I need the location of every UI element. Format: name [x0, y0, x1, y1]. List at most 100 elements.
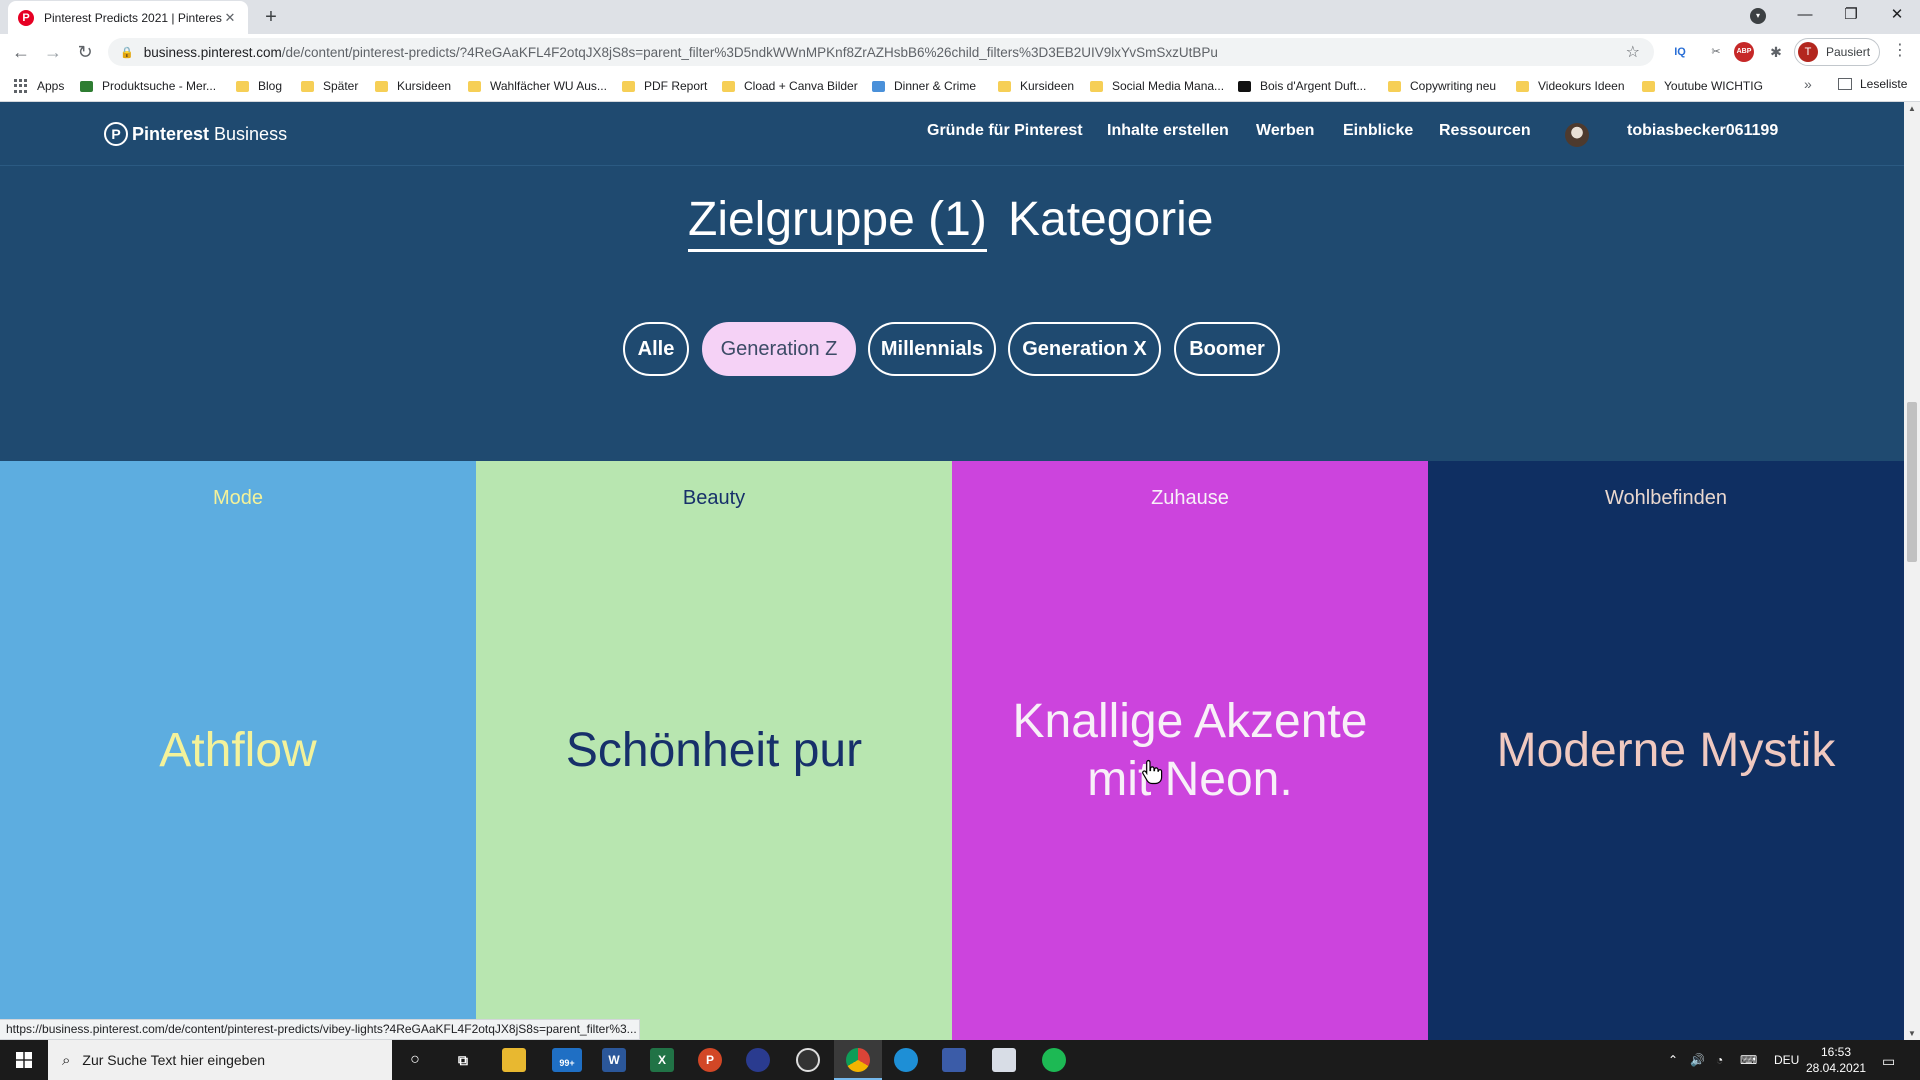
bookmark-label: Kursideen	[1020, 79, 1075, 93]
wifi-icon[interactable]: ◔	[1716, 1053, 1723, 1067]
word-icon[interactable]: W	[602, 1048, 626, 1072]
profile-button[interactable]: T Pausiert	[1794, 38, 1880, 66]
iq-extension-icon[interactable]: IQ	[1670, 42, 1690, 62]
volume-icon[interactable]: 🔊	[1690, 1053, 1705, 1067]
powerpoint-icon[interactable]: P	[698, 1048, 722, 1072]
username-link[interactable]: tobiasbecker061199	[1627, 122, 1778, 140]
bookmark-item[interactable]: Cload + Canva Bilder	[722, 77, 858, 95]
bookmark-star-icon[interactable]: ☆	[1626, 42, 1640, 62]
more-bookmarks-icon[interactable]: »	[1804, 76, 1812, 92]
logo-text-light: Business	[214, 123, 288, 144]
filter-pill-generation-x[interactable]: Generation X	[1008, 322, 1161, 376]
bookmark-item[interactable]: Blog	[236, 77, 282, 95]
page-scrollbar[interactable]: ▲ ▼	[1904, 102, 1920, 1040]
taskbar-search-box[interactable]: ⌕ Zur Suche Text hier eingeben	[48, 1040, 392, 1080]
edge-icon[interactable]	[894, 1048, 918, 1072]
scrollbar-thumb[interactable]	[1907, 402, 1917, 562]
trend-card-zuhause[interactable]: Zuhause Knallige Akzente mit Neon.	[952, 461, 1428, 1040]
app-icon[interactable]	[746, 1048, 770, 1072]
reading-list-button[interactable]: Leseliste	[1838, 77, 1907, 91]
filter-pill-millennials[interactable]: Millennials	[868, 322, 996, 376]
browser-tab[interactable]: P Pinterest Predicts 2021 | Pinterest ✕	[8, 1, 248, 34]
logo-text-bold: Pinterest	[132, 123, 210, 144]
bookmark-label: PDF Report	[644, 79, 708, 93]
folder-icon	[622, 80, 635, 92]
obs-icon[interactable]	[796, 1048, 820, 1072]
restore-button[interactable]: ❐	[1828, 0, 1874, 32]
spotify-icon[interactable]	[1042, 1048, 1066, 1072]
pinterest-business-logo[interactable]: P Pinterest Business	[104, 122, 287, 146]
bookmark-apps[interactable]: Apps	[14, 77, 64, 95]
nav-link-inhalte-erstellen[interactable]: Inhalte erstellen	[1107, 122, 1229, 140]
folder-icon	[301, 80, 314, 92]
bookmark-item[interactable]: PDF Report	[622, 77, 707, 95]
user-avatar[interactable]	[1565, 123, 1589, 147]
tab-close-icon[interactable]: ✕	[222, 10, 238, 26]
tray-overflow-icon[interactable]: ⌃	[1668, 1053, 1678, 1067]
language-indicator[interactable]: DEU	[1774, 1053, 1799, 1067]
scroll-down-arrow-icon[interactable]: ▼	[1904, 1029, 1920, 1038]
bookmark-item[interactable]: Dinner & Crime	[872, 77, 976, 95]
nav-link-gruende[interactable]: Gründe für Pinterest	[927, 122, 1083, 140]
task-view-icon[interactable]: ⧉	[451, 1048, 475, 1072]
filter-pill-generation-z[interactable]: Generation Z	[702, 322, 856, 376]
folder-icon	[1516, 80, 1529, 92]
close-window-button[interactable]: ✕	[1874, 0, 1920, 32]
cortana-icon[interactable]: ○	[403, 1048, 427, 1072]
site-favicon-icon	[80, 80, 93, 92]
browser-menu-icon[interactable]: ⋮	[1890, 40, 1910, 64]
mail-icon[interactable]: 99+	[552, 1048, 582, 1072]
tab-search-icon[interactable]: ▾	[1750, 8, 1766, 24]
search-icon: ⌕	[62, 1051, 71, 1069]
bookmark-item[interactable]: Videokurs Ideen	[1516, 77, 1625, 95]
windows-start-icon[interactable]	[0, 1040, 48, 1080]
trend-card-wohlbefinden[interactable]: Wohlbefinden Moderne Mystik	[1428, 461, 1904, 1040]
bookmark-item[interactable]: Copywriting neu	[1388, 77, 1496, 95]
tab-zielgruppe[interactable]: Zielgruppe (1)	[688, 192, 987, 252]
adblock-icon[interactable]: ABP	[1734, 42, 1754, 62]
filter-pill-boomer[interactable]: Boomer	[1174, 322, 1280, 376]
trend-headline: Moderne Mystik	[1496, 723, 1836, 777]
bookmark-item[interactable]: Youtube WICHTIG	[1642, 77, 1763, 95]
extension-puzzle-badge-icon[interactable]: ✂	[1706, 42, 1726, 62]
scroll-up-arrow-icon[interactable]: ▲	[1904, 104, 1920, 113]
chrome-icon[interactable]	[846, 1048, 870, 1072]
forward-arrow-icon[interactable]: →	[40, 39, 66, 65]
trend-headline: Athflow	[159, 723, 317, 777]
bookmark-item[interactable]: Wahlfächer WU Aus...	[468, 77, 607, 95]
file-explorer-icon[interactable]	[502, 1048, 526, 1072]
bookmark-item[interactable]: Social Media Mana...	[1090, 77, 1224, 95]
nav-link-ressourcen[interactable]: Ressourcen	[1439, 122, 1531, 140]
nav-link-einblicke[interactable]: Einblicke	[1343, 122, 1413, 140]
tab-kategorie[interactable]: Kategorie	[1008, 192, 1213, 249]
back-arrow-icon[interactable]: ←	[8, 39, 34, 65]
bookmark-item[interactable]: Produktsuche - Mer...	[80, 77, 216, 95]
profile-avatar: T	[1798, 42, 1818, 62]
bookmark-item[interactable]: Kursideen	[375, 77, 451, 95]
keyboard-icon[interactable]: ⌨	[1740, 1053, 1757, 1067]
minimize-button[interactable]: —	[1782, 0, 1828, 32]
extensions-puzzle-icon[interactable]: ✱	[1766, 42, 1786, 62]
notepad-icon[interactable]	[992, 1048, 1016, 1072]
trend-card-beauty[interactable]: Beauty Schönheit pur	[476, 461, 952, 1040]
bookmark-item[interactable]: Bois d'Argent Duft...	[1238, 77, 1366, 95]
new-tab-button[interactable]: +	[258, 4, 284, 30]
trend-headline: Schönheit pur	[565, 723, 863, 777]
bookmark-label: Social Media Mana...	[1112, 79, 1225, 93]
filter-pill-alle[interactable]: Alle	[623, 322, 689, 376]
bookmark-item[interactable]: Kursideen	[998, 77, 1074, 95]
bookmark-label: Videokurs Ideen	[1538, 79, 1625, 93]
trend-card-mode[interactable]: Mode Athflow	[0, 461, 476, 1040]
notifications-icon[interactable]: ▭	[1882, 1053, 1895, 1070]
bookmark-item[interactable]: Später	[301, 77, 358, 95]
nav-link-werben[interactable]: Werben	[1256, 122, 1314, 140]
taskbar-clock[interactable]: 16:53 28.04.2021	[1806, 1044, 1866, 1076]
url-path: /de/content/pinterest-predicts/?4ReGAaKF…	[281, 44, 1218, 60]
folder-icon	[1642, 80, 1655, 92]
address-bar[interactable]: 🔒 business.pinterest.com/de/content/pint…	[108, 38, 1654, 66]
clock-date: 28.04.2021	[1806, 1061, 1867, 1075]
excel-icon[interactable]: X	[650, 1048, 674, 1072]
bookmark-label: Dinner & Crime	[894, 79, 977, 93]
app-icon[interactable]	[942, 1048, 966, 1072]
reload-icon[interactable]: ↻	[72, 39, 98, 65]
